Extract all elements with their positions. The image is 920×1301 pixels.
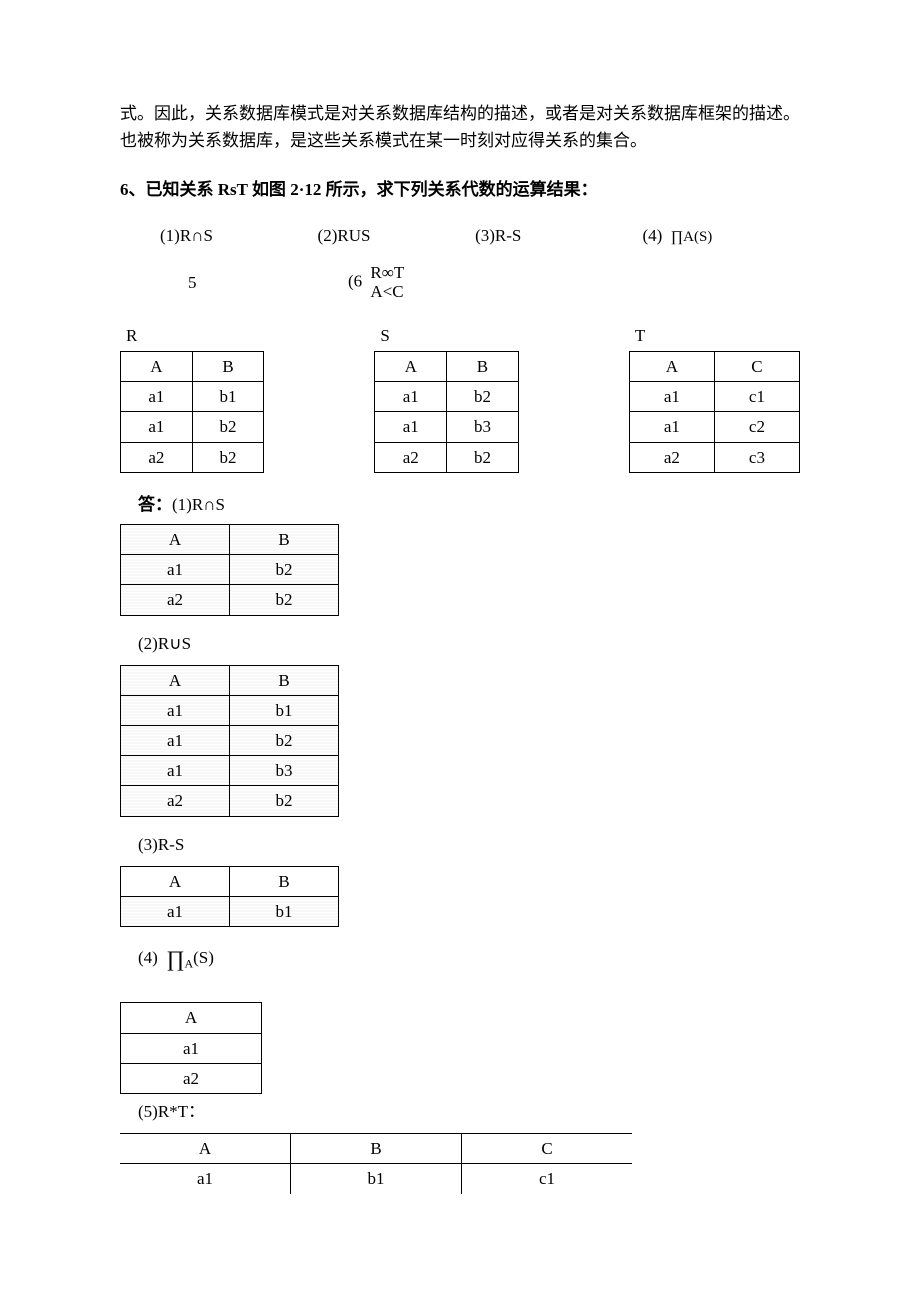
ans5-cell: c1 <box>462 1164 633 1194</box>
ans2-head-b: B <box>230 665 339 695</box>
ans5-cell: a1 <box>120 1164 291 1194</box>
expr-6-num: (6 <box>348 271 362 290</box>
table-r-cell: b2 <box>192 412 264 442</box>
expr-4: (4) ∏A(S) <box>642 222 800 249</box>
expr-4-body: ∏A(S) <box>671 229 713 245</box>
q6-fig: 2·12 <box>290 180 325 199</box>
table-r-cell: b1 <box>192 382 264 412</box>
ans3-head-b: B <box>230 866 339 896</box>
table-r-cell: b2 <box>192 442 264 472</box>
ans1-cell: a2 <box>121 585 230 615</box>
ans5-head-c: C <box>462 1134 633 1164</box>
ans2-cell: b1 <box>230 695 339 725</box>
table-s-head-b: B <box>447 352 519 382</box>
table-t-cell: a2 <box>629 442 714 472</box>
ans5-head-a: A <box>120 1134 291 1164</box>
ans4-paren: (S) <box>193 948 214 967</box>
expr-5: 5 <box>160 269 348 296</box>
expr-1: (1)R∩S <box>160 222 318 249</box>
q6-body-1: 已知关系 <box>146 180 218 199</box>
q6-body-3: 所示，求下列关系代数的运算结果： <box>326 180 598 199</box>
table-t: AC a1c1 a1c2 a2c3 <box>629 351 800 473</box>
expr-3: (3)R-S <box>475 222 642 249</box>
answer-1-text: (1)R∩S <box>172 495 225 514</box>
intro-paragraph: 式。因此，关系数据库模式是对关系数据库结构的描述，或者是对关系数据库框架的描述。… <box>120 100 800 154</box>
q6-body-2: 如图 <box>252 180 290 199</box>
table-t-head-a: A <box>629 352 714 382</box>
ans5-head-b: B <box>291 1134 462 1164</box>
expressions-block: (1)R∩S (2)RUS (3)R-S (4) ∏A(S) 5 (6 R∞T … <box>160 222 800 302</box>
answer-1-table: AB a1b2 a2b2 <box>120 524 339 616</box>
table-r-head-b: B <box>192 352 264 382</box>
answer-5-label: (5)R*T： <box>138 1098 800 1125</box>
ans2-head-a: A <box>121 665 230 695</box>
ans2-cell: a1 <box>121 756 230 786</box>
expr-6: (6 R∞T A<C <box>348 263 508 302</box>
answer-4-table: A a1 a2 <box>120 1002 262 1094</box>
table-s-cell: a1 <box>375 412 447 442</box>
ans2-cell: a1 <box>121 726 230 756</box>
table-s-cell: b3 <box>447 412 519 442</box>
ans4-cell: a1 <box>121 1033 262 1063</box>
ans1-cell: a1 <box>121 555 230 585</box>
answer-2-table: AB a1b1 a1b2 a1b3 a2b2 <box>120 665 339 817</box>
ans3-cell: a1 <box>121 897 230 927</box>
answer-3-table: AB a1b1 <box>120 866 339 927</box>
source-tables: R AB a1b1 a1b2 a2b2 S AB a1b2 a1b3 a2b2 … <box>120 322 800 473</box>
table-t-cell: c2 <box>714 412 799 442</box>
table-s-cell: b2 <box>447 382 519 412</box>
expr-4-num: (4) <box>642 226 662 245</box>
answer-3-label: (3)R-S <box>138 831 800 858</box>
ans5-cell: b1 <box>291 1164 462 1194</box>
ans4-head-a: A <box>121 1003 262 1033</box>
ans3-cell: b1 <box>230 897 339 927</box>
table-s-label: S <box>374 322 518 349</box>
ans4-num: (4) <box>138 948 158 967</box>
expr-6-bot: A<C <box>370 282 404 302</box>
ans1-head-a: A <box>121 524 230 554</box>
ans2-cell: a2 <box>121 786 230 816</box>
answer-2-label: (2)R∪S <box>138 630 800 657</box>
table-r-cell: a1 <box>121 382 193 412</box>
question-6: 6、已知关系 RsT 如图 2·12 所示，求下列关系代数的运算结果： <box>120 176 800 203</box>
table-t-head-c: C <box>714 352 799 382</box>
table-s-cell: a2 <box>375 442 447 472</box>
q6-prefix: 6、 <box>120 180 146 199</box>
expr-6-top: R∞T <box>370 263 404 283</box>
table-t-cell: a1 <box>629 382 714 412</box>
answer-1-label: 答：(1)R∩S <box>138 491 800 518</box>
q6-rst: RsT <box>218 180 252 199</box>
ans1-head-b: B <box>230 524 339 554</box>
table-t-cell: c1 <box>714 382 799 412</box>
table-s: AB a1b2 a1b3 a2b2 <box>374 351 518 473</box>
table-s-head-a: A <box>375 352 447 382</box>
ans2-cell: b3 <box>230 756 339 786</box>
ans2-cell: a1 <box>121 695 230 725</box>
table-t-label: T <box>629 322 800 349</box>
table-t-cell: a1 <box>629 412 714 442</box>
ans4-cell: a2 <box>121 1063 262 1093</box>
ans2-cell: b2 <box>230 786 339 816</box>
answer-5-table: A B C a1 b1 c1 <box>120 1133 632 1193</box>
ans2-cell: b2 <box>230 726 339 756</box>
table-r: AB a1b1 a1b2 a2b2 <box>120 351 264 473</box>
table-r-label: R <box>120 322 264 349</box>
ans1-cell: b2 <box>230 555 339 585</box>
expr-2: (2)RUS <box>318 222 476 249</box>
ans4-subscript: A <box>184 957 193 971</box>
answer-4-label: (4) ∏A(S) <box>138 941 800 976</box>
ans1-cell: b2 <box>230 585 339 615</box>
table-s-cell: b2 <box>447 442 519 472</box>
table-r-cell: a1 <box>121 412 193 442</box>
table-t-cell: c3 <box>714 442 799 472</box>
ans3-head-a: A <box>121 866 230 896</box>
table-s-cell: a1 <box>375 382 447 412</box>
pi-icon: ∏ <box>166 946 184 971</box>
table-r-head-a: A <box>121 352 193 382</box>
table-r-cell: a2 <box>121 442 193 472</box>
answer-prefix: 答： <box>138 495 172 514</box>
